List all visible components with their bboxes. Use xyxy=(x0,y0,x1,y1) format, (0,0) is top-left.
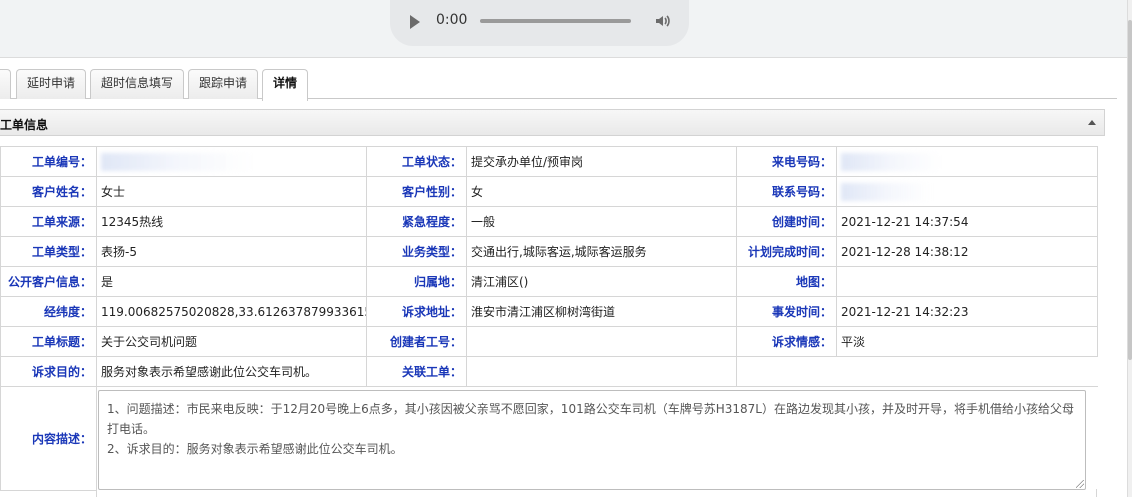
contact-no-label: 联系号码： xyxy=(736,176,837,207)
tab-tracking-apply[interactable]: 跟踪申请 xyxy=(188,69,258,99)
redacted-value xyxy=(841,182,931,201)
created-at-label: 创建时间： xyxy=(736,206,837,237)
coords-label: 经纬度： xyxy=(0,296,97,327)
incident-time-value: 2021-12-21 14:32:23 xyxy=(836,296,1098,327)
ticket-type-label: 工单类型： xyxy=(0,236,97,267)
tab-bar: 延时申请 超时信息填写 跟踪申请 详情 xyxy=(0,58,1117,101)
customer-gender-label: 客户性别： xyxy=(366,176,467,207)
district-label: 归属地： xyxy=(366,266,467,297)
coords-value: 119.00682575020828,33.612637879933615 xyxy=(96,296,367,327)
content-line-1: 1、问题描述：市民来电反映：于12月20号晚上6点多，其小孩因被父亲骂不愿回家，… xyxy=(107,401,1074,436)
map-value[interactable] xyxy=(836,266,1098,297)
ticket-status-value: 提交承办单位/预审岗 xyxy=(466,146,737,177)
contact-no-value xyxy=(836,176,1098,207)
appeal-address-label: 诉求地址： xyxy=(366,296,467,327)
caller-no-label: 来电号码： xyxy=(736,146,837,177)
ticket-type-value: 表扬-5 xyxy=(96,236,367,267)
appeal-address-value: 淮安市清江浦区柳树湾街道 xyxy=(466,296,737,327)
customer-gender-value: 女 xyxy=(466,176,737,207)
ticket-no-value xyxy=(96,146,367,177)
sentiment-value: 平淡 xyxy=(836,326,1098,357)
customer-name-label: 客户姓名： xyxy=(0,176,97,207)
table-row: 工单标题： 关于公交司机问题 创建者工号： 诉求情感： 平淡 xyxy=(0,326,1098,357)
audio-progress-track[interactable] xyxy=(480,19,631,23)
source-value: 12345热线 xyxy=(96,206,367,237)
creator-id-label: 创建者工号： xyxy=(366,326,467,357)
redacted-value xyxy=(841,152,941,171)
linked-ticket-label: 关联工单： xyxy=(366,356,467,387)
audio-time: 0:00 xyxy=(436,12,468,28)
empty-cell xyxy=(736,356,1098,387)
content-label: 内容描述： xyxy=(0,386,97,491)
content-line-2: 2、诉求目的：服务对象表示希望感谢此位公交车司机。 xyxy=(107,441,403,456)
created-at-value: 2021-12-21 14:37:54 xyxy=(836,206,1098,237)
district-value: 清江浦区() xyxy=(466,266,737,297)
business-type-label: 业务类型： xyxy=(366,236,467,267)
redacted-value xyxy=(101,152,251,171)
table-row: 客户姓名： 女士 客户性别： 女 联系号码： xyxy=(0,176,1098,207)
ticket-details-table: 工单编号： 工单状态： 提交承办单位/预审岗 来电号码： 客户姓名： 女士 客户… xyxy=(0,146,1098,491)
collapse-icon[interactable] xyxy=(1088,120,1096,125)
table-continuation xyxy=(96,489,1097,497)
source-label: 工单来源： xyxy=(0,206,97,237)
content-textarea[interactable]: 1、问题描述：市民来电反映：于12月20号晚上6点多，其小孩因被父亲骂不愿回家，… xyxy=(98,389,1086,490)
panel-header: 工单信息 xyxy=(0,109,1105,136)
customer-name-value: 女士 xyxy=(96,176,367,207)
resize-handle[interactable] xyxy=(1076,479,1084,488)
urgency-label: 紧急程度： xyxy=(366,206,467,237)
table-row: 内容描述： 1、问题描述：市民来电反映：于12月20号晚上6点多，其小孩因被父亲… xyxy=(0,386,1098,491)
public-info-label: 公开客户信息： xyxy=(0,266,97,297)
urgency-value: 一般 xyxy=(466,206,737,237)
tab-overtime-info[interactable]: 超时信息填写 xyxy=(90,69,184,99)
table-row: 经纬度： 119.00682575020828,33.6126378799336… xyxy=(0,296,1098,327)
audio-player[interactable]: 0:00 xyxy=(390,0,689,46)
planned-finish-value: 2021-12-28 14:38:12 xyxy=(836,236,1098,267)
tab-delay-apply[interactable]: 延时申请 xyxy=(16,69,86,99)
scrollbar-thumb[interactable] xyxy=(1128,20,1132,360)
appeal-purpose-value: 服务对象表示希望感谢此位公交车司机。 xyxy=(96,356,367,387)
table-row: 工单编号： 工单状态： 提交承办单位/预审岗 来电号码： xyxy=(0,146,1098,177)
volume-icon[interactable] xyxy=(654,12,672,30)
tab-details[interactable]: 详情 xyxy=(262,69,308,101)
caller-no-value xyxy=(836,146,1098,177)
scrollbar[interactable] xyxy=(1127,0,1132,497)
title-value: 关于公交司机问题 xyxy=(96,326,367,357)
incident-time-label: 事发时间： xyxy=(736,296,837,327)
sentiment-label: 诉求情感： xyxy=(736,326,837,357)
business-type-value: 交通出行,城际客运,城际客运服务 xyxy=(466,236,737,267)
tab-partial[interactable] xyxy=(0,69,11,99)
table-row: 公开客户信息： 是 归属地： 清江浦区() 地图： xyxy=(0,266,1098,297)
table-row: 工单来源： 12345热线 紧急程度： 一般 创建时间： 2021-12-21 … xyxy=(0,206,1098,237)
title-label: 工单标题： xyxy=(0,326,97,357)
map-label: 地图： xyxy=(736,266,837,297)
ticket-no-label: 工单编号： xyxy=(0,146,97,177)
play-icon[interactable] xyxy=(410,15,420,29)
creator-id-value xyxy=(466,326,737,357)
planned-finish-label: 计划完成时间： xyxy=(736,236,837,267)
content-cell: 1、问题描述：市民来电反映：于12月20号晚上6点多，其小孩因被父亲骂不愿回家，… xyxy=(96,386,1098,491)
audio-area: 0:00 xyxy=(0,0,1127,58)
table-row: 工单类型： 表扬-5 业务类型： 交通出行,城际客运,城际客运服务 计划完成时间… xyxy=(0,236,1098,267)
panel-title: 工单信息 xyxy=(0,118,49,132)
table-row: 诉求目的： 服务对象表示希望感谢此位公交车司机。 关联工单： xyxy=(0,356,1098,387)
linked-ticket-value xyxy=(466,356,737,387)
public-info-value: 是 xyxy=(96,266,367,297)
appeal-purpose-label: 诉求目的： xyxy=(0,356,97,387)
ticket-status-label: 工单状态： xyxy=(366,146,467,177)
